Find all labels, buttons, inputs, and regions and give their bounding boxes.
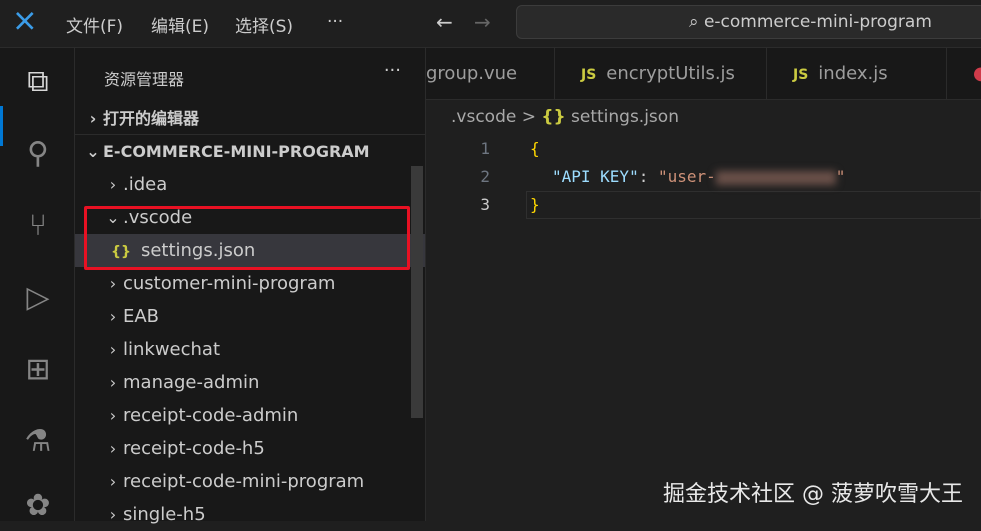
menu-edit[interactable]: 编辑(E) (151, 12, 209, 37)
tab-overflow[interactable]: ● (947, 48, 981, 100)
chevron-right-icon: › (109, 472, 117, 491)
tree-folder-item[interactable]: › receipt-code-mini-program (75, 465, 425, 498)
json-file-icon: {} (541, 107, 566, 127)
vscode-logo-icon: ⨉ (16, 10, 34, 35)
search-icon: ⌕ (689, 12, 704, 32)
chevron-right-icon: › (109, 505, 117, 524)
line-number: 1 (480, 139, 490, 158)
tree-folder-item[interactable]: › receipt-code-admin (75, 399, 425, 432)
tree-folder-item[interactable]: › .idea (75, 168, 425, 201)
editor-tabs: group.vue JS encryptUtils.js JS index.js ● (426, 48, 981, 100)
line-number: 2 (480, 167, 490, 186)
open-editors-section[interactable]: › 打开的编辑器 (75, 102, 425, 135)
annotation-highlight-box (84, 206, 410, 270)
more-actions-button[interactable]: ··· (384, 60, 401, 81)
back-arrow-icon[interactable]: ← (436, 10, 453, 34)
activity-bar: ⧉ ⚲ ⑂ ▷ ⊞ ⚗ ✿ (0, 48, 75, 523)
quote: " (835, 167, 846, 186)
forward-arrow-icon[interactable]: → (474, 10, 491, 34)
copilot-icon[interactable]: ✿ (18, 488, 58, 528)
section-label: E-COMMERCE-MINI-PROGRAM (103, 142, 370, 161)
title-bar: ⨉ 文件(F) 编辑(E) 选择(S) ··· ← → ⌕ e-commerce… (0, 0, 981, 48)
file-icon: ● (973, 63, 981, 84)
tree-item-label: .idea (123, 174, 168, 195)
tree-item-label: receipt-code-admin (123, 405, 299, 426)
explorer-icon[interactable]: ⧉ (18, 64, 58, 104)
active-indicator (0, 106, 3, 146)
menu-more[interactable]: ··· (327, 12, 343, 32)
tree-folder-item[interactable]: › EAB (75, 300, 425, 333)
json-value: "user- (657, 167, 716, 186)
code-line-3: } (530, 195, 540, 214)
menu-file[interactable]: 文件(F) (66, 12, 123, 37)
tree-item-label: EAB (123, 306, 160, 327)
tree-item-label: customer-mini-program (123, 273, 336, 294)
source-control-icon[interactable]: ⑂ (18, 208, 58, 248)
section-label: 打开的编辑器 (103, 109, 200, 128)
testing-icon[interactable]: ⚗ (18, 424, 58, 464)
breadcrumb-separator: > (521, 107, 536, 127)
json-key: "API KEY" (552, 167, 639, 186)
watermark: 掘金技术社区 @ 菠萝吹雪大王 (663, 482, 963, 507)
chevron-right-icon: › (89, 109, 97, 128)
close-brace: } (530, 195, 540, 214)
code-line-1: { (530, 139, 540, 158)
menu-selection[interactable]: 选择(S) (235, 12, 293, 37)
chevron-right-icon: › (109, 406, 117, 425)
tab-label: encryptUtils.js (606, 63, 735, 84)
explorer-title: 资源管理器 (104, 70, 185, 89)
run-debug-icon[interactable]: ▷ (18, 280, 58, 320)
tree-folder-item[interactable]: › single-h5 (75, 498, 425, 531)
redacted-value (715, 170, 836, 185)
tree-item-label: manage-admin (123, 372, 260, 393)
tree-item-label: linkwechat (123, 339, 221, 360)
tree-item-label: receipt-code-mini-program (123, 471, 365, 492)
js-file-icon: JS (581, 67, 597, 83)
tab-encryptutils[interactable]: JS encryptUtils.js (555, 48, 767, 100)
tree-folder-item[interactable]: › linkwechat (75, 333, 425, 366)
tree-item-label: single-h5 (123, 504, 206, 525)
line-number: 3 (480, 195, 490, 214)
tab-label: index.js (818, 63, 888, 84)
colon: : (638, 167, 658, 186)
tab-label: group.vue (426, 63, 518, 84)
chevron-down-icon: ⌄ (86, 142, 100, 161)
scrollbar[interactable] (411, 166, 423, 418)
code-editor[interactable]: 1 2 3 { "API KEY": "user- " } (426, 135, 981, 521)
open-brace: { (530, 139, 540, 158)
breadcrumb: .vscode > {} settings.json (451, 107, 679, 127)
workspace-root-section[interactable]: ⌄ E-COMMERCE-MINI-PROGRAM (75, 135, 425, 168)
chevron-right-icon: › (109, 274, 117, 293)
breadcrumb-file[interactable]: settings.json (571, 107, 679, 127)
explorer-sidebar: 资源管理器 ··· › 打开的编辑器 ⌄ E-COMMERCE-MINI-PROGR… (75, 48, 426, 525)
current-line-highlight (526, 191, 981, 219)
tree-folder-item[interactable]: › manage-admin (75, 366, 425, 399)
tree-item-label: receipt-code-h5 (123, 438, 265, 459)
search-text: e-commerce-mini-program (703, 12, 932, 32)
breadcrumb-folder[interactable]: .vscode (451, 107, 516, 127)
search-icon[interactable]: ⚲ (18, 136, 58, 176)
tree-folder-item[interactable]: › customer-mini-program (75, 267, 425, 300)
chevron-right-icon: › (109, 307, 117, 326)
tab-group-vue[interactable]: group.vue (400, 48, 555, 100)
js-file-icon: JS (793, 67, 809, 83)
tab-index-js[interactable]: JS index.js (767, 48, 947, 100)
chevron-right-icon: › (109, 373, 117, 392)
chevron-right-icon: › (109, 175, 117, 194)
chevron-right-icon: › (109, 439, 117, 458)
chevron-right-icon: › (109, 340, 117, 359)
code-line-2: "API KEY": "user- " (552, 167, 845, 186)
command-center-search[interactable]: ⌕ e-commerce-mini-program (516, 5, 981, 39)
extensions-icon[interactable]: ⊞ (18, 352, 58, 392)
tree-folder-item[interactable]: › receipt-code-h5 (75, 432, 425, 465)
